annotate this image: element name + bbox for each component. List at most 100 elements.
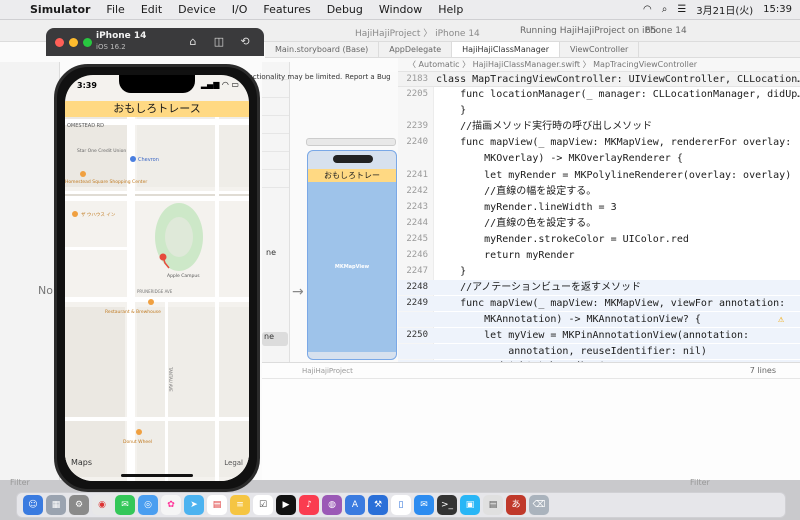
code-line[interactable]: 2246 return myRender — [398, 248, 800, 263]
line-number: 2246 — [406, 250, 428, 260]
storyboard-scene[interactable]: おもしろトレー MKMapView — [307, 150, 397, 360]
scheme-selector[interactable]: HajiHajiProject 〉 iPhone 14 — [355, 26, 480, 39]
code-line[interactable]: 2245 myRender.strokeColor = UIColor.red — [398, 232, 800, 247]
outline-label[interactable]: ne — [266, 248, 276, 257]
source-editor[interactable]: 2183 class MapTracingViewController: UIVi… — [398, 72, 800, 362]
rotate-icon[interactable]: ⟲ — [238, 35, 252, 49]
outline-row[interactable] — [262, 98, 289, 116]
hotel-poi[interactable] — [72, 211, 78, 217]
launchpad-icon[interactable]: ▦ — [46, 495, 66, 515]
finder-icon[interactable]: ☺ — [23, 495, 43, 515]
menu-app-name[interactable]: Simulator — [22, 3, 98, 16]
menu-debug[interactable]: Debug — [319, 3, 371, 16]
code-line[interactable]: annotation, reuseIdentifier: nil) — [398, 344, 800, 359]
zoom-icon[interactable]: ▣ — [460, 495, 480, 515]
legal-link[interactable]: Legal — [224, 459, 243, 467]
preview-icon[interactable]: ▤ — [483, 495, 503, 515]
code-line[interactable]: } — [398, 103, 800, 118]
outline-row[interactable] — [262, 116, 289, 134]
code-line[interactable]: 2242 //直線の幅を設定する。 — [398, 184, 800, 199]
appletv-icon[interactable]: ▶ — [276, 495, 296, 515]
outline-row[interactable] — [262, 152, 289, 170]
scene-dock[interactable] — [306, 138, 396, 146]
simulator-icon[interactable]: ▯ — [391, 495, 411, 515]
outline-selected-row[interactable]: ne — [262, 332, 288, 346]
shopping-poi[interactable] — [80, 171, 86, 177]
menu-edit[interactable]: Edit — [133, 3, 170, 16]
outline-row[interactable] — [262, 170, 289, 188]
notes-icon[interactable]: ≡ — [230, 495, 250, 515]
menubar-time[interactable]: 15:39 — [763, 4, 792, 15]
tab-hajihaji-class-manager[interactable]: HajiHajiClassManager — [452, 42, 560, 57]
code-text: MKAnnotation) -> MKAnnotationView? { — [436, 314, 701, 325]
podcasts-icon[interactable]: ◍ — [322, 495, 342, 515]
home-button-icon[interactable]: ⌂ — [186, 35, 200, 49]
music-icon[interactable]: ♪ — [299, 495, 319, 515]
code-line[interactable]: 2241 let myRender = MKPolylineRenderer(o… — [398, 168, 800, 183]
simulator-titlebar[interactable]: iPhone 14 iOS 16.2 ⌂ ◫ ⟲ — [46, 28, 264, 56]
scene-map-view[interactable]: MKMapView — [308, 182, 396, 352]
reminders-icon[interactable]: ☑ — [253, 495, 273, 515]
code-line[interactable]: 2243 myRender.lineWidth = 3 — [398, 200, 800, 215]
outline-row[interactable] — [262, 134, 289, 152]
code-line[interactable]: 2240 func mapView(_ mapView: MKMapView, … — [398, 135, 800, 150]
code-line[interactable]: MKOverlay) -> MKOverlayRenderer { — [398, 151, 800, 166]
maps-icon[interactable]: ➤ — [184, 495, 204, 515]
line-number: 2250 — [406, 330, 428, 340]
code-line[interactable]: 2244 //直線の色を設定する。 — [398, 216, 800, 231]
safari-icon[interactable]: ◎ — [138, 495, 158, 515]
tab-appdelegate[interactable]: AppDelegate — [379, 42, 453, 57]
code-line[interactable]: 2249 func mapView(_ mapView: MKMapView, … — [398, 296, 800, 311]
debug-crumb[interactable]: HajiHajiProject — [302, 367, 353, 375]
appstore-icon[interactable]: A — [345, 495, 365, 515]
code-line[interactable]: 2247 } — [398, 264, 800, 279]
mail-icon[interactable]: ✉ — [414, 495, 434, 515]
warning-icon[interactable]: ⚠ — [774, 314, 788, 326]
screenshot-icon[interactable]: ◫ — [212, 35, 226, 49]
chevron-poi[interactable] — [130, 156, 136, 162]
menu-features[interactable]: Features — [255, 3, 318, 16]
calendar-icon[interactable]: ▤ — [207, 495, 227, 515]
menu-device[interactable]: Device — [170, 3, 224, 16]
warning-count-badge[interactable]: 65 — [645, 26, 656, 36]
code-line[interactable]: 2248 //アノテーションビューを返すメソッド — [398, 280, 800, 295]
map-view[interactable]: OMESTEAD RD Chevron Star One Credit Unio… — [65, 117, 249, 481]
navigator-filter-field[interactable]: Filter — [10, 478, 30, 490]
home-indicator[interactable] — [121, 474, 193, 477]
xcode-icon[interactable]: ⚒ — [368, 495, 388, 515]
tab-viewcontroller[interactable]: ViewController — [560, 42, 640, 57]
iphone-screen[interactable]: 3:39 ▂▄▆ ◠ ▭ おもしろトレース OMESTEAD RD Chevro… — [65, 75, 249, 481]
console-filter-field[interactable]: Filter — [690, 478, 710, 490]
tab-main-storyboard[interactable]: Main.storyboard (Base) — [265, 42, 380, 57]
search-icon[interactable]: ⌕ — [662, 4, 668, 15]
menu-io[interactable]: I/O — [224, 3, 256, 16]
menu-file[interactable]: File — [98, 3, 132, 16]
sticky-class-header[interactable]: 2183 class MapTracingViewController: UIVi… — [398, 72, 800, 87]
scene-title-label[interactable]: おもしろトレー — [308, 169, 396, 182]
settings-icon[interactable]: ⚙ — [69, 495, 89, 515]
zoom-button[interactable] — [83, 38, 92, 47]
chrome-icon[interactable]: ◉ — [92, 495, 112, 515]
menu-window[interactable]: Window — [371, 3, 430, 16]
minimize-button[interactable] — [69, 38, 78, 47]
terminal-icon[interactable]: >_ — [437, 495, 457, 515]
menu-help[interactable]: Help — [430, 3, 471, 16]
storyboard-canvas[interactable]: → おもしろトレー MKMapView — [290, 72, 398, 362]
report-bug-button[interactable]: Report a Bug — [345, 73, 391, 81]
trash-icon[interactable]: ⌫ — [529, 495, 549, 515]
wifi-icon[interactable]: ◠ — [643, 4, 652, 15]
control-center-icon[interactable]: ☰ — [677, 4, 686, 15]
menubar-date[interactable]: 3月21日(火) — [696, 2, 753, 17]
code-line[interactable]: 2250 let myView = MKPinAnnotationView(an… — [398, 328, 800, 343]
donut-poi[interactable] — [136, 429, 142, 435]
messages-icon[interactable]: ✉ — [115, 495, 135, 515]
dictionary-icon[interactable]: あ — [506, 495, 526, 515]
code-line[interactable]: MKAnnotation) -> MKAnnotationView? { — [398, 312, 800, 327]
jump-bar[interactable]: 〈 Automatic 〉 HajiHajiClassManager.swift… — [398, 58, 800, 72]
code-line[interactable]: 2239 //描画メソッド実行時の呼び出しメソッド — [398, 119, 800, 134]
restaurant-poi[interactable] — [148, 299, 154, 305]
side-street — [215, 117, 219, 481]
close-button[interactable] — [55, 38, 64, 47]
photos-icon[interactable]: ✿ — [161, 495, 181, 515]
code-line[interactable]: 2205 func locationManager(_ manager: CLL… — [398, 87, 800, 102]
